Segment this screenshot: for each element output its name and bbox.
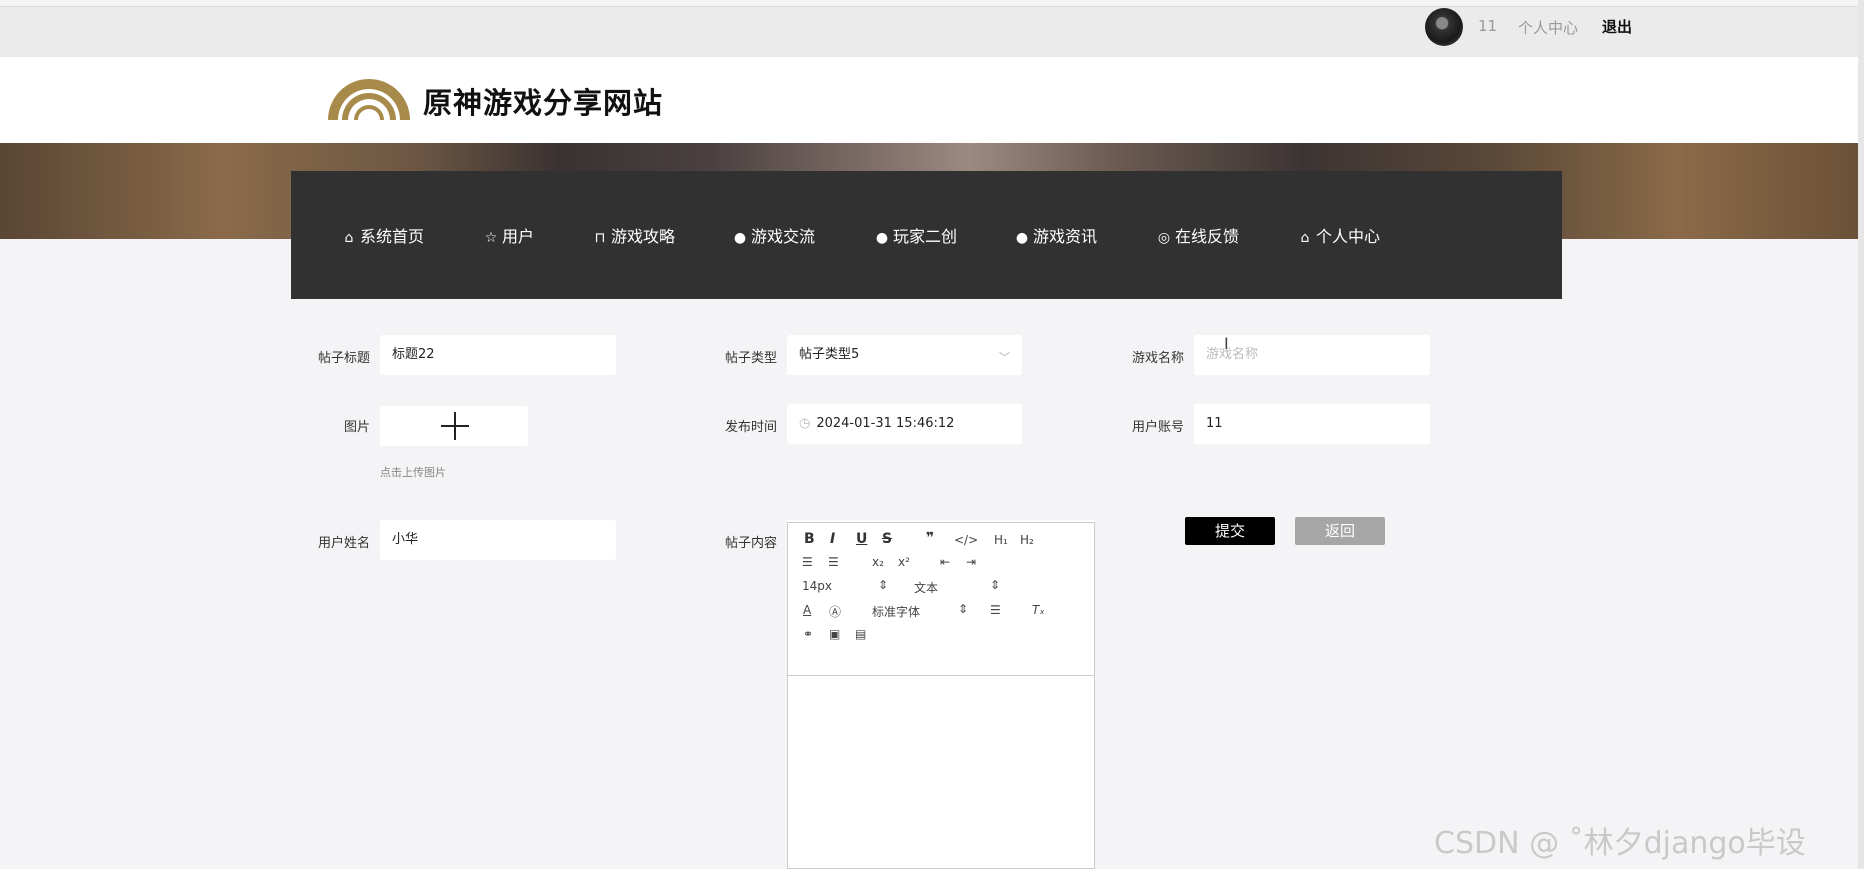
plus-icon[interactable] xyxy=(441,412,469,440)
underline-button[interactable]: U xyxy=(856,531,867,547)
align-button[interactable]: ☰ xyxy=(990,603,1001,617)
alert-icon: ● xyxy=(733,230,747,246)
scrollbar[interactable] xyxy=(1858,0,1864,869)
home-icon: ⌂ xyxy=(1300,230,1310,246)
publish-time-label: 发布时间 xyxy=(724,420,777,435)
nav-item-home[interactable]: ⌂ 系统首页 xyxy=(341,223,424,247)
top-bar xyxy=(0,6,1864,57)
home-icon: ⌂ xyxy=(344,230,354,246)
upload-hint: 点击上传图片 xyxy=(380,466,446,479)
ordered-list-button[interactable]: ☰ xyxy=(802,555,813,569)
post-type-select[interactable]: 帖子类型5 xyxy=(787,335,1022,375)
italic-button[interactable]: I xyxy=(830,531,835,547)
font-family-select[interactable]: 标准字体 xyxy=(872,603,920,620)
bag-icon: ⊓ xyxy=(594,230,606,246)
link-icon[interactable]: ⚭ xyxy=(803,627,813,641)
header xyxy=(0,57,1864,143)
avatar[interactable] xyxy=(1425,8,1463,46)
h2-button[interactable]: H₂ xyxy=(1020,533,1034,547)
indent-button[interactable]: ⇥ xyxy=(966,555,976,569)
nav-item-guides[interactable]: ⊓ 游戏攻略 xyxy=(592,223,675,247)
post-content-label: 帖子内容 xyxy=(724,536,777,551)
submit-button[interactable]: 提交 xyxy=(1185,517,1275,545)
user-account-input[interactable]: 11 xyxy=(1194,404,1430,444)
code-block-button[interactable]: </> xyxy=(954,533,978,547)
h1-button[interactable]: H₁ xyxy=(994,533,1008,547)
block-type-select[interactable]: 文本 xyxy=(914,579,938,596)
user-name-input[interactable]: 小华 xyxy=(380,520,616,560)
nav-item-fan-creations[interactable]: ● 玩家二创 xyxy=(874,223,957,247)
rich-text-editor[interactable]: B I U S ❞ </> H₁ H₂ ☰ ☰ x₂ x² ⇤ ⇥ 14px ⇕… xyxy=(787,522,1095,869)
watermark: CSDN @ ˚林夕django毕设 xyxy=(1434,826,1806,861)
user-account-label: 用户账号 xyxy=(1131,420,1184,435)
nav-item-news[interactable]: ● 游戏资讯 xyxy=(1014,223,1097,247)
font-family-chevron-icon: ⇕ xyxy=(958,602,969,616)
outdent-button[interactable]: ⇤ xyxy=(940,555,950,569)
image-icon[interactable]: ▣ xyxy=(829,627,840,641)
clear-format-button[interactable]: Tₓ xyxy=(1032,603,1045,617)
nav-item-users[interactable]: ☆ 用户 xyxy=(483,223,534,247)
game-name-label: 游戏名称 xyxy=(1131,351,1184,366)
block-type-chevron-icon: ⇕ xyxy=(990,578,1001,592)
back-button[interactable]: 返回 xyxy=(1295,517,1385,545)
info-icon: ● xyxy=(1015,230,1029,246)
bold-button[interactable]: B xyxy=(804,531,815,547)
image-label: 图片 xyxy=(343,420,370,435)
post-type-label: 帖子类型 xyxy=(724,351,777,366)
top-personal-center-link[interactable]: 个人中心 xyxy=(1518,17,1578,38)
text-color-button[interactable]: A xyxy=(803,603,811,617)
nav-item-feedback[interactable]: ◎ 在线反馈 xyxy=(1156,223,1239,247)
question-icon: ● xyxy=(875,230,889,246)
chevron-down-icon: ﹀ xyxy=(999,351,1010,364)
post-title-input[interactable]: 标题22 xyxy=(380,335,616,375)
logout-link[interactable]: 退出 xyxy=(1602,16,1632,37)
user-name-label: 用户姓名 xyxy=(317,536,370,551)
nav-item-discussion[interactable]: ● 游戏交流 xyxy=(732,223,815,247)
game-name-input[interactable]: 游戏名称 xyxy=(1194,335,1430,375)
site-logo xyxy=(328,79,410,120)
nav-item-personal-center[interactable]: ⌂ 个人中心 xyxy=(1297,223,1380,247)
site-title: 原神游戏分享网站 xyxy=(423,86,664,120)
top-username: 11 xyxy=(1478,17,1498,35)
superscript-button[interactable]: x² xyxy=(898,555,910,569)
subscript-button[interactable]: x₂ xyxy=(872,555,884,569)
bullet-list-button[interactable]: ☰ xyxy=(828,555,839,569)
text-cursor-icon: I xyxy=(1224,334,1229,353)
star-icon: ☆ xyxy=(484,230,498,246)
post-title-label: 帖子标题 xyxy=(317,351,370,366)
publish-time-input[interactable]: ◷ 2024-01-31 15:46:12 xyxy=(787,404,1022,444)
editor-toolbar: B I U S ❞ </> H₁ H₂ ☰ ☰ x₂ x² ⇤ ⇥ 14px ⇕… xyxy=(788,523,1094,676)
video-icon[interactable]: ▤ xyxy=(855,627,866,641)
clock-icon: ◷ xyxy=(799,416,811,431)
font-size-chevron-icon: ⇕ xyxy=(878,578,889,592)
main-nav: ⌂ 系统首页 ☆ 用户 ⊓ 游戏攻略 ● 游戏交流 ● 玩家二创 ● 游戏资讯 ◎ 在线反馈 … xyxy=(291,171,1562,299)
help-circle-icon: ◎ xyxy=(1157,230,1171,246)
font-size-select[interactable]: 14px xyxy=(802,579,832,593)
background-color-button[interactable]: Ⓐ xyxy=(829,603,841,620)
strike-button[interactable]: S xyxy=(882,531,892,547)
blockquote-button[interactable]: ❞ xyxy=(926,530,934,546)
